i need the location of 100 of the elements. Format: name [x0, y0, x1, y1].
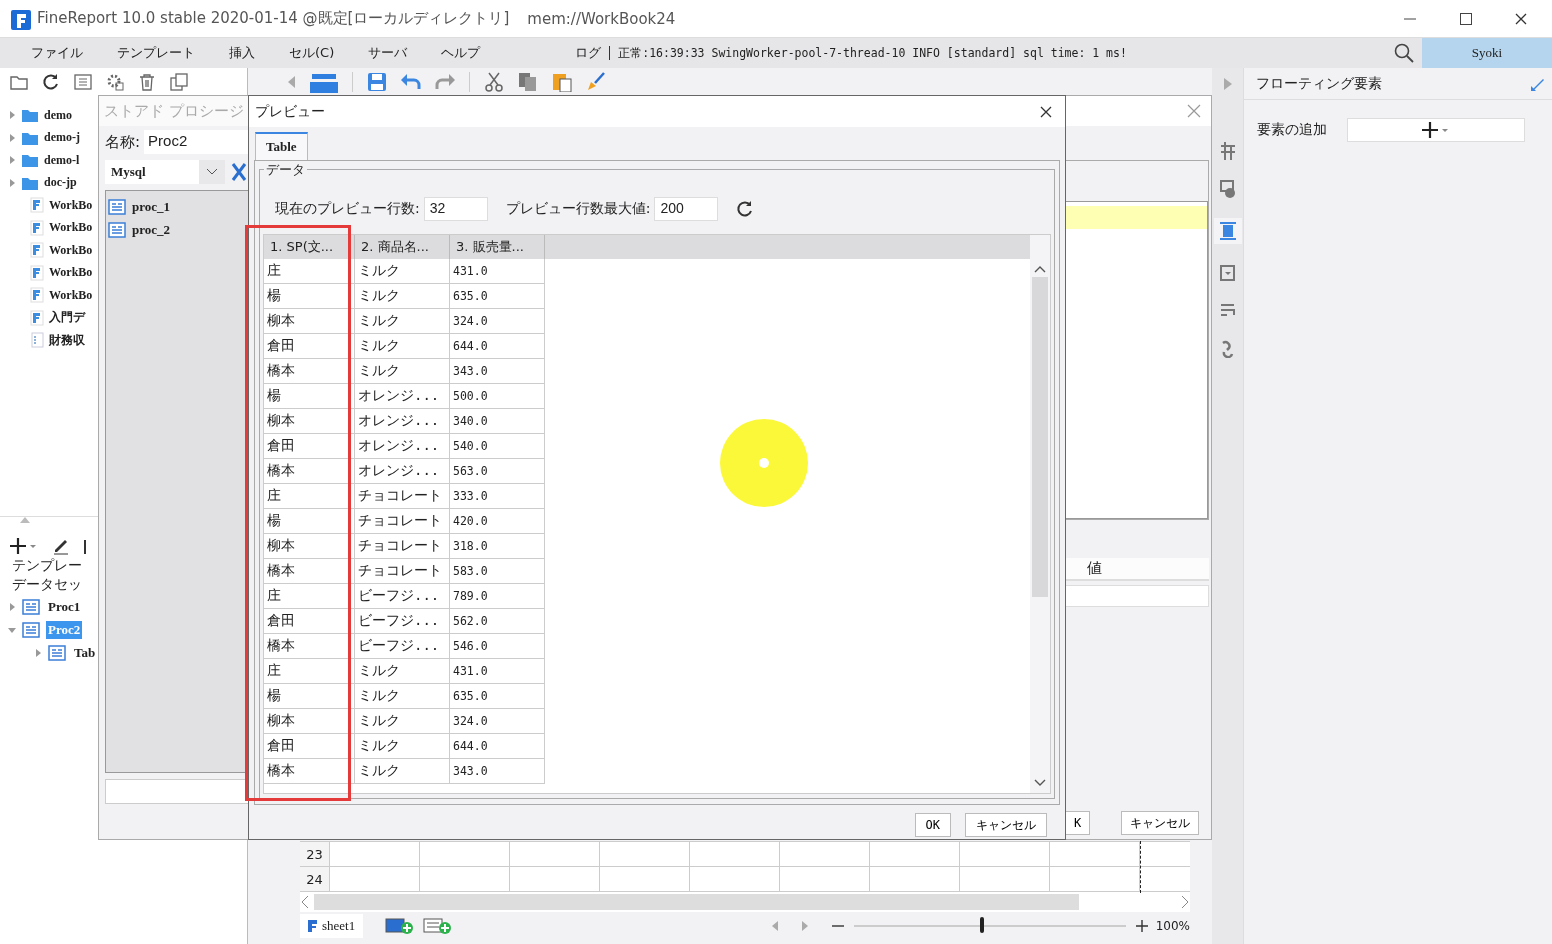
table-cell: 420.0 — [450, 509, 545, 534]
table-cell: ビーフジ... — [355, 584, 450, 609]
table-cell: 635.0 — [450, 684, 545, 709]
table-cell: 庄 — [264, 659, 355, 684]
name-field[interactable]: Proc2 — [144, 130, 249, 154]
dialog-title: プレビュー — [255, 102, 325, 121]
table-cell: 431.0 — [450, 659, 545, 684]
table-cell: 789.0 — [450, 584, 545, 609]
procedure-item[interactable]: proc_2 — [132, 221, 171, 238]
menu-item[interactable]: ファイル — [22, 44, 108, 62]
row-header: 24 — [300, 867, 330, 891]
connection-value: Mysql — [111, 164, 146, 180]
table-cell: オレンジ... — [355, 434, 450, 459]
tree-item[interactable]: WorkBo — [49, 197, 93, 213]
table-cell: ビーフジ... — [355, 609, 450, 634]
menu-item[interactable]: セル(C) — [280, 44, 360, 62]
tree-item[interactable]: demo — [44, 107, 72, 123]
field-label: 現在のプレビュー行数: — [275, 200, 420, 218]
document-path: mem://WorkBook24 — [527, 9, 676, 28]
log-label[interactable]: ログ — [575, 44, 602, 62]
table-cell: オレンジ... — [355, 409, 450, 434]
table-cell: 324.0 — [450, 309, 545, 334]
tree-item[interactable]: 入門デ — [49, 309, 85, 327]
row-count-field[interactable]: 32 — [423, 197, 488, 221]
tree-item[interactable]: 財務収 — [49, 331, 85, 349]
table-cell: チョコレート — [355, 559, 450, 584]
table-cell: 橋本 — [264, 559, 355, 584]
menu-item[interactable]: テンプレート — [108, 44, 220, 62]
table-cell: ミルク — [355, 759, 450, 784]
tab[interactable]: Table — [255, 132, 308, 160]
user-button[interactable]: Syoki — [1422, 38, 1552, 68]
table-cell: ミルク — [355, 309, 450, 334]
table-cell: 柳本 — [264, 409, 355, 434]
table-cell: 倉田 — [264, 434, 355, 459]
tree-item[interactable]: WorkBo — [49, 242, 93, 258]
section-label: テンプレー — [11, 557, 83, 575]
dataset-item[interactable]: Tab — [72, 643, 98, 662]
field-label: プレビュー行数最大値: — [505, 200, 651, 218]
window-title: FineReport 10.0 stable 2020-01-14 @既定[ローカルディレクトリ] — [37, 9, 510, 28]
column-header: 1. SP(文... — [264, 235, 355, 259]
group-label: データ — [264, 161, 307, 179]
table-cell: 庄 — [264, 259, 355, 284]
dialog-button[interactable]: キャンセル — [965, 813, 1047, 837]
tree-item[interactable]: WorkBo — [49, 220, 93, 236]
name-label: 名称: — [105, 132, 141, 152]
table-cell: 橋本 — [264, 759, 355, 784]
column-header: 2. 商品名... — [355, 235, 450, 259]
table-cell: オレンジ... — [355, 459, 450, 484]
section-label: データセッ — [11, 576, 83, 594]
table-cell: 635.0 — [450, 284, 545, 309]
dialog-button[interactable]: OK — [914, 813, 951, 837]
max-rows-field[interactable]: 200 — [654, 197, 719, 221]
tree-item[interactable]: demo-j — [44, 130, 80, 146]
sheet-tab[interactable]: sheet1 — [300, 914, 364, 938]
table-cell: オレンジ... — [355, 384, 450, 409]
tree-item[interactable]: WorkBo — [49, 265, 93, 281]
menu-item[interactable]: サーバ — [359, 44, 433, 62]
dialog-title: ストアド プロシージ — [104, 101, 244, 121]
table-cell: 楊 — [264, 284, 355, 309]
table-cell: 546.0 — [450, 634, 545, 659]
table-cell: 562.0 — [450, 609, 545, 634]
table-cell: ミルク — [355, 659, 450, 684]
table-cell: 楊 — [264, 684, 355, 709]
dataset-item[interactable]: Proc1 — [46, 597, 83, 616]
table-cell: 柳本 — [264, 534, 355, 559]
table-cell: 644.0 — [450, 334, 545, 359]
table-cell: 343.0 — [450, 759, 545, 784]
menu-item[interactable]: ヘルプ — [432, 44, 506, 62]
dialog-button[interactable]: キャンセル — [1121, 811, 1199, 835]
table-cell: 500.0 — [450, 384, 545, 409]
tree-item[interactable]: doc-jp — [44, 175, 77, 191]
row-header: 23 — [300, 842, 330, 866]
table-cell: チョコレート — [355, 534, 450, 559]
add-element-label: 要素の追加 — [1257, 121, 1327, 139]
procedure-item[interactable]: proc_1 — [132, 198, 171, 215]
table-cell: 倉田 — [264, 334, 355, 359]
table-cell: 340.0 — [450, 409, 545, 434]
table-cell: ミルク — [355, 259, 450, 284]
table-cell: 柳本 — [264, 709, 355, 734]
menu-item[interactable]: 挿入 — [220, 44, 280, 62]
table-cell: 583.0 — [450, 559, 545, 584]
connection-dropdown[interactable]: Mysql — [105, 160, 225, 184]
table-cell: 橋本 — [264, 459, 355, 484]
table-cell: 倉田 — [264, 734, 355, 759]
table-cell: ビーフジ... — [355, 634, 450, 659]
table-cell: チョコレート — [355, 484, 450, 509]
column-header: 値 — [1065, 558, 1209, 581]
tree-item[interactable]: WorkBo — [49, 287, 93, 303]
table-cell: ミルク — [355, 284, 450, 309]
table-cell: 橋本 — [264, 359, 355, 384]
table-cell: 644.0 — [450, 734, 545, 759]
dialog-button[interactable]: K — [1065, 811, 1091, 835]
table-cell: 431.0 — [450, 259, 545, 284]
table-cell: 柳本 — [264, 309, 355, 334]
table-cell: 333.0 — [450, 484, 545, 509]
tree-item[interactable]: demo-l — [44, 152, 80, 168]
table-cell: 343.0 — [450, 359, 545, 384]
sheet-tab-label: sheet1 — [322, 918, 356, 934]
table-cell: 橋本 — [264, 634, 355, 659]
table-cell: ミルク — [355, 709, 450, 734]
